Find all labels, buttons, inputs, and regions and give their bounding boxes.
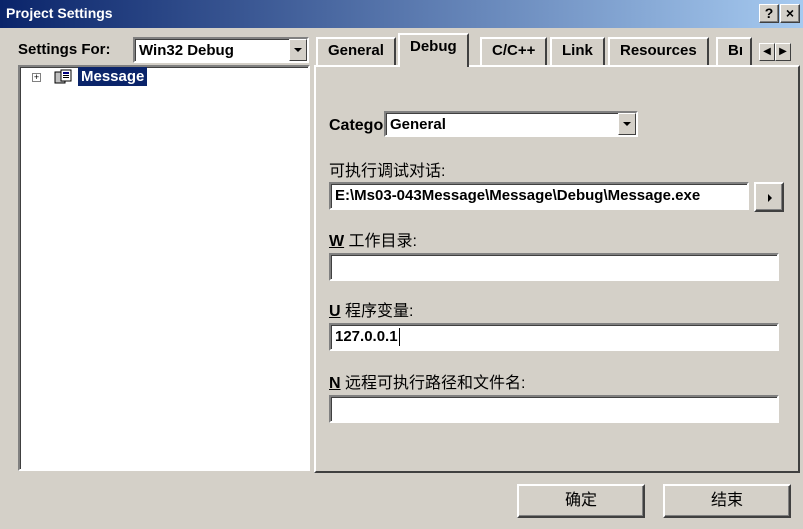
tab-scroll-left-icon[interactable]: ◀ <box>759 43 775 61</box>
tab-c-cpp[interactable]: C/C++ <box>480 37 548 65</box>
remote-label: N 远程可执行路径和文件名: <box>329 369 525 393</box>
settings-for-value: Win32 Debug <box>139 42 234 59</box>
tab-link[interactable]: Link <box>550 37 605 65</box>
program-args-input[interactable]: 127.0.0.1 <box>329 323 779 351</box>
tab-debug[interactable]: Debug <box>398 33 469 67</box>
program-args-text: 127.0.0.1 <box>335 328 398 345</box>
arrow-right-icon <box>768 194 772 202</box>
workdir-label-text: 工作目录: <box>344 233 418 250</box>
close-button[interactable]: × <box>780 4 800 23</box>
window-title: Project Settings <box>6 5 113 21</box>
args-key: U <box>329 303 341 320</box>
remote-exe-input[interactable] <box>329 395 779 423</box>
text-caret <box>398 328 400 347</box>
project-tree[interactable]: + Message <box>18 65 310 471</box>
category-dropdown[interactable]: General <box>384 111 638 137</box>
args-label: U 程序变量: <box>329 297 413 321</box>
help-button[interactable]: ? <box>759 4 779 23</box>
tab-resources[interactable]: Resources <box>608 37 709 65</box>
tree-item-message[interactable]: Message <box>78 67 148 86</box>
debug-page: Category: General 可执行调试对话: E:\Ms03-043Me… <box>314 65 800 473</box>
exe-path-input[interactable]: E:\Ms03-043Message\Message\Debug\Message… <box>329 182 749 210</box>
tree-expand-icon[interactable]: + <box>32 73 41 82</box>
workdir-input[interactable] <box>329 253 779 281</box>
ok-button[interactable]: 确定 <box>517 484 645 518</box>
project-icon <box>54 69 72 84</box>
tab-general[interactable]: General <box>316 37 396 65</box>
chevron-down-icon[interactable] <box>289 39 307 61</box>
remote-label-text: 远程可执行路径和文件名: <box>340 375 526 392</box>
args-label-text: 程序变量: <box>340 303 414 320</box>
workdir-label: W 工作目录: <box>329 227 417 251</box>
tab-scroll-right-icon[interactable]: ▶ <box>775 43 791 61</box>
title-bar[interactable]: Project Settings ? × <box>0 0 803 28</box>
chevron-down-icon[interactable] <box>618 113 636 135</box>
settings-for-label: Settings For: <box>18 41 111 58</box>
cancel-button[interactable]: 结束 <box>663 484 791 518</box>
exe-path-value: E:\Ms03-043Message\Message\Debug\Message… <box>335 187 701 204</box>
exe-browse-button[interactable] <box>754 182 784 212</box>
settings-for-dropdown[interactable]: Win32 Debug <box>133 37 309 63</box>
workdir-key: W <box>329 233 345 250</box>
tab-strip: General Debug C/C++ Link Resources Bı ◀ … <box>314 33 800 67</box>
exe-label: 可执行调试对话: <box>329 163 446 180</box>
remote-key: N <box>329 375 341 392</box>
settings-for-panel: Settings For: Win32 Debug + Message <box>8 33 310 473</box>
program-args-value: 127.0.0.1 <box>335 328 400 347</box>
project-settings-dialog: Project Settings ? × Settings For: Win32… <box>0 0 803 529</box>
tab-browse-info[interactable]: Bı <box>716 37 752 65</box>
settings-tab-panel: General Debug C/C++ Link Resources Bı ◀ … <box>314 33 800 473</box>
category-value: General <box>390 116 446 133</box>
